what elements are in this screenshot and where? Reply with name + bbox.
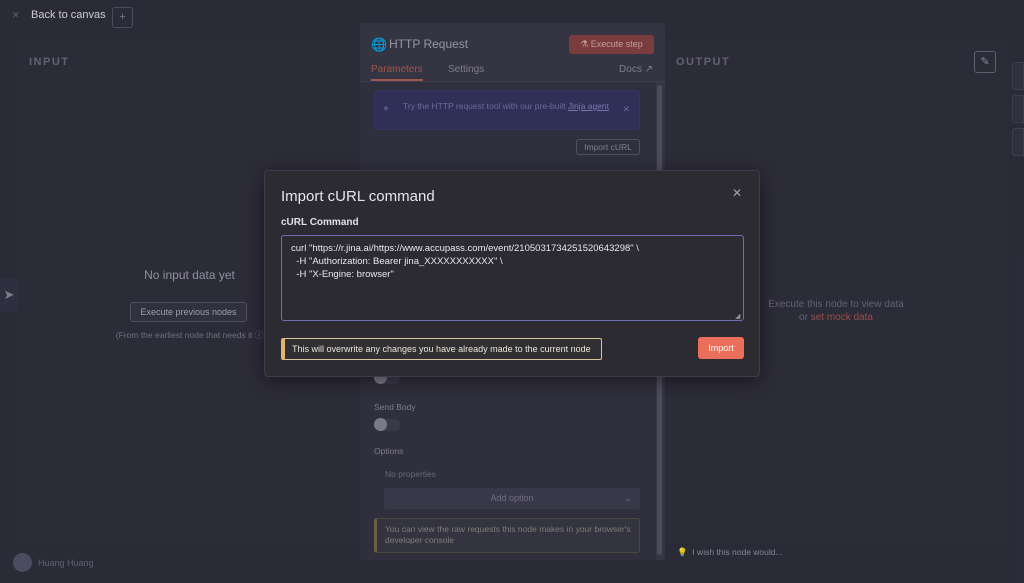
- curl-command-textarea[interactable]: curl "https://r.jina.ai/https://www.accu…: [281, 235, 744, 321]
- import-curl-modal: Import cURL command ✕ cURL Command curl …: [264, 170, 760, 377]
- curl-command-label: cURL Command: [281, 217, 359, 228]
- import-button[interactable]: Import: [698, 337, 744, 359]
- close-icon[interactable]: ✕: [732, 186, 742, 200]
- modal-title: Import cURL command: [281, 188, 435, 205]
- overwrite-warning: This will overwrite any changes you have…: [281, 338, 602, 360]
